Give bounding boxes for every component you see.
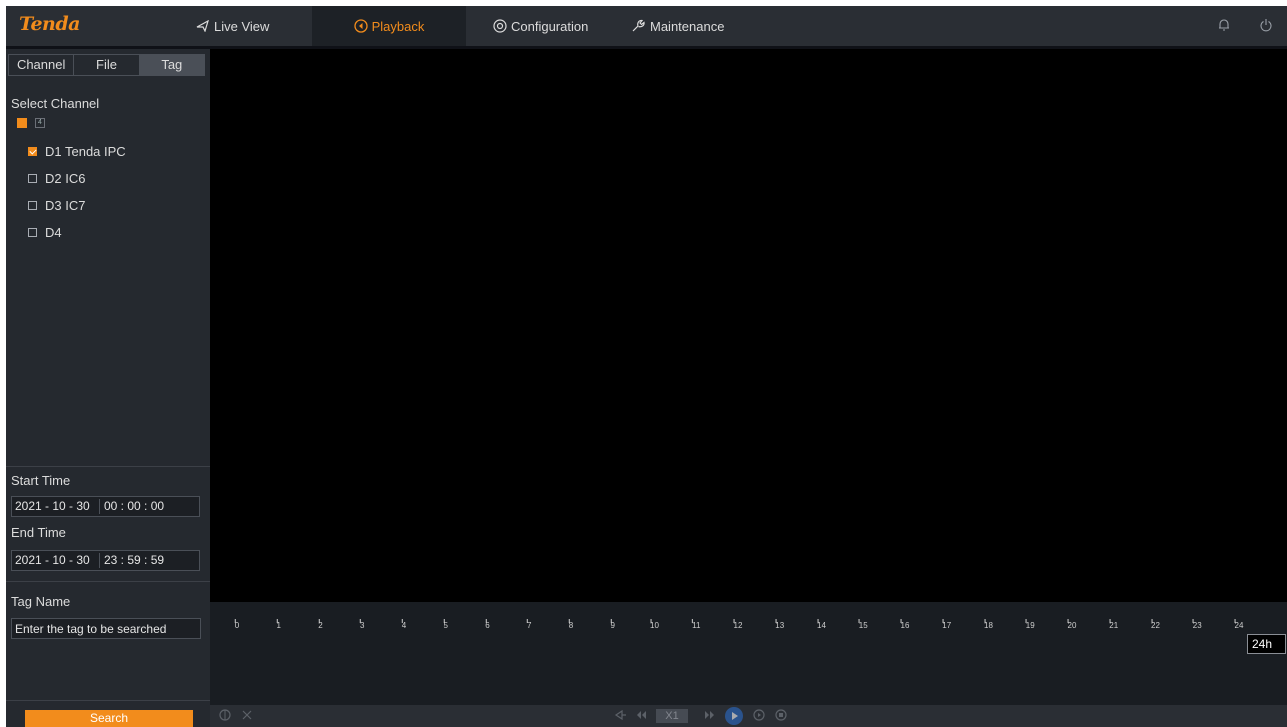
power-icon[interactable] — [1259, 18, 1273, 32]
playback-icon — [353, 19, 368, 33]
bell-icon[interactable] — [1217, 18, 1231, 32]
step-forward-icon[interactable] — [752, 708, 766, 722]
channel-label: D2 IC6 — [45, 170, 86, 186]
section-divider — [6, 466, 210, 467]
tag-name-input[interactable] — [11, 618, 201, 639]
timeline-zoom-select[interactable]: 24h — [1247, 634, 1286, 654]
channel-checkbox[interactable] — [28, 200, 37, 210]
channel-label: D1 Tenda IPC — [45, 143, 126, 159]
video-playback-area[interactable] — [210, 49, 1287, 602]
timeline-hour-tick: 14 — [817, 619, 826, 630]
field-separator — [99, 553, 100, 568]
timeline-hour-tick: 2 — [318, 619, 323, 630]
nav-configuration[interactable]: Configuration — [493, 6, 588, 46]
timeline-hour-tick: 10 — [650, 619, 659, 630]
channel-label: D3 IC7 — [45, 197, 86, 213]
nav-playback[interactable]: Playback — [312, 6, 466, 46]
channel-checkbox[interactable] — [28, 227, 37, 237]
end-time-label: End Time — [11, 525, 66, 540]
nvr-playback-window: Tenda Live View Playback Configuration M… — [6, 6, 1287, 727]
step-back-icon[interactable] — [634, 708, 648, 722]
timeline-hour-tick: 1 — [276, 619, 281, 630]
start-time-label: Start Time — [11, 473, 71, 488]
timeline-hour-tick: 20 — [1067, 619, 1077, 630]
channel-item-d1[interactable]: D1 Tenda IPC — [28, 143, 126, 159]
timeline-hour-tick: 15 — [858, 619, 868, 630]
nav-maintenance[interactable]: Maintenance — [631, 6, 724, 46]
field-separator — [99, 499, 100, 514]
tenda-logo: Tenda — [19, 13, 80, 35]
playback-control-bar: X1 — [210, 705, 1287, 727]
timeline-hour-tick: 11 — [692, 619, 701, 630]
timeline-hour-tick: 9 — [610, 619, 615, 630]
search-button[interactable]: Search — [25, 710, 193, 727]
timeline-hour-tick: 12 — [733, 619, 743, 630]
start-time-value[interactable]: 00 : 00 : 00 — [104, 497, 164, 516]
live-view-icon — [196, 20, 209, 32]
nav-configuration-label: Configuration — [511, 18, 589, 34]
slow-icon[interactable] — [614, 708, 628, 722]
channel-label: D4 — [45, 224, 62, 240]
nav-live-view-label: Live View — [214, 18, 270, 34]
nav-maintenance-label: Maintenance — [650, 18, 725, 34]
timeline-hour-tick: 23 — [1192, 619, 1202, 630]
channel-checkbox[interactable] — [28, 146, 37, 156]
timeline-hour-tick: 7 — [527, 619, 532, 630]
timeline-hour-tick: 17 — [942, 619, 952, 630]
end-time-field[interactable]: 2021 - 10 - 30 23 : 59 : 59 — [11, 550, 200, 571]
channel-item-d4[interactable]: D4 — [28, 224, 62, 240]
four-channel-toggle[interactable]: 4 — [35, 118, 45, 128]
timeline-hour-tick: 4 — [401, 619, 407, 630]
timeline-hour-tick: 19 — [1025, 619, 1035, 630]
tab-file[interactable]: File — [74, 55, 140, 75]
channel-view-toggle: 4 — [17, 118, 45, 128]
timeline-hour-tick: 5 — [443, 619, 448, 630]
speed-indicator: X1 — [656, 709, 688, 723]
tag-name-label: Tag Name — [11, 594, 71, 609]
timeline-hour-tick: 24 — [1234, 619, 1244, 630]
clip-icon[interactable] — [240, 708, 254, 722]
timeline-hour-tick: 21 — [1109, 619, 1119, 630]
tab-channel[interactable]: Channel — [9, 55, 75, 75]
timeline-hour-tick: 6 — [485, 619, 490, 630]
timeline-hour-tick: 16 — [900, 619, 910, 630]
timeline-hour-tick: 0 — [234, 619, 240, 630]
end-time-value[interactable]: 23 : 59 : 59 — [104, 551, 164, 570]
start-time-field[interactable]: 2021 - 10 - 30 00 : 00 : 00 — [11, 496, 200, 517]
section-divider — [6, 581, 210, 582]
fast-icon[interactable] — [703, 708, 717, 722]
snapshot-icon[interactable] — [218, 708, 232, 722]
select-channel-label: Select Channel — [11, 96, 100, 111]
start-date-value[interactable]: 2021 - 10 - 30 — [15, 497, 90, 516]
stop-icon[interactable] — [774, 708, 788, 722]
search-mode-tabs: Channel File Tag — [8, 54, 205, 76]
wrench-icon — [632, 19, 645, 32]
channel-checkbox[interactable] — [28, 173, 37, 183]
single-channel-toggle[interactable] — [17, 118, 27, 128]
channel-item-d2[interactable]: D2 IC6 — [28, 170, 85, 186]
timeline-hour-tick: 18 — [984, 619, 993, 630]
tab-tag[interactable]: Tag — [139, 55, 204, 75]
channel-item-d3[interactable]: D3 IC7 — [28, 197, 85, 213]
configuration-icon — [493, 19, 507, 33]
timeline-hour-tick: 8 — [568, 619, 574, 630]
section-divider — [6, 700, 210, 701]
play-icon[interactable] — [724, 706, 744, 726]
top-navigation-bar: Tenda Live View Playback Configuration M… — [6, 6, 1287, 46]
timeline-hour-tick: 13 — [775, 619, 785, 630]
end-date-value[interactable]: 2021 - 10 - 30 — [15, 551, 90, 570]
timeline-hour-tick: 22 — [1151, 619, 1160, 630]
timeline-hour-tick: 3 — [360, 619, 365, 630]
timeline[interactable]: 0 1 2 3 4 5 6 7 8 9 10 11 12 13 14 15 16 17 18 19 20 21 22 23 24… — [210, 602, 1287, 705]
nav-playback-label: Playback — [371, 18, 425, 34]
nav-live-view[interactable]: Live View — [196, 6, 269, 46]
playback-sidebar: Channel File Tag Select Channel 4 D1 Ten… — [6, 49, 210, 727]
